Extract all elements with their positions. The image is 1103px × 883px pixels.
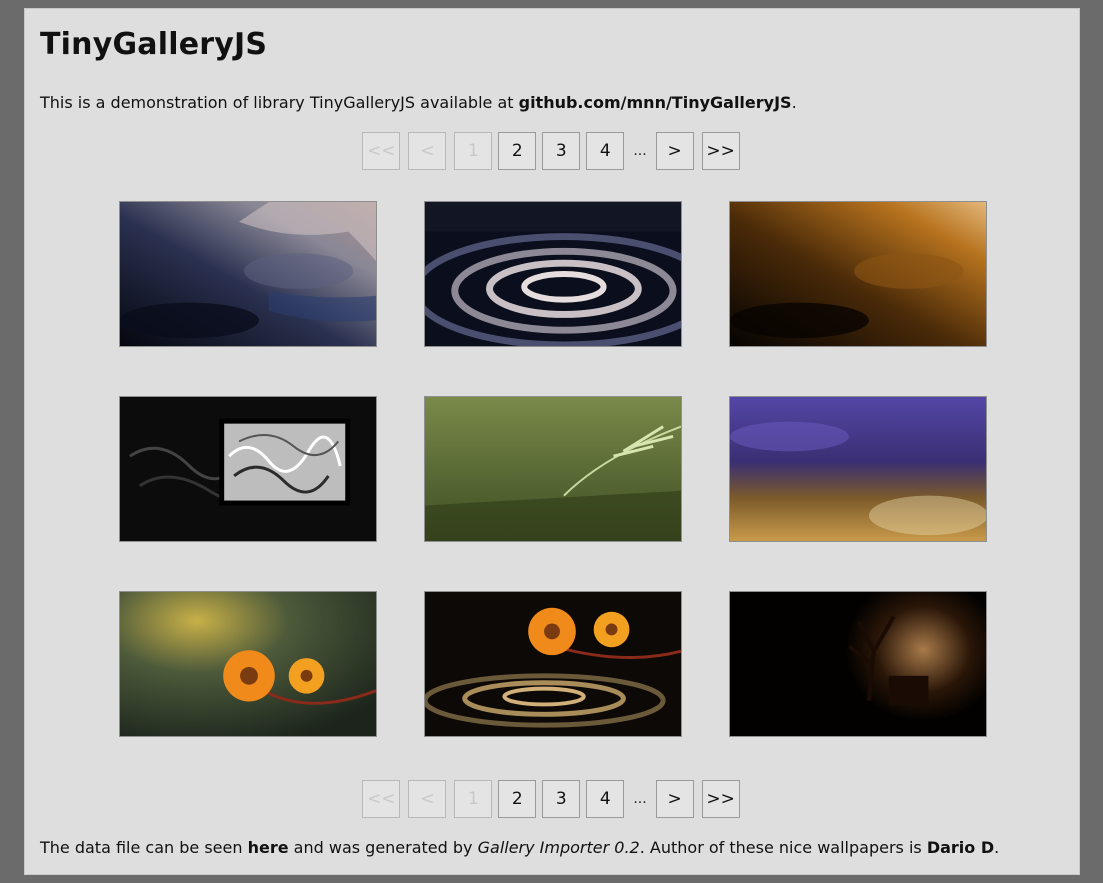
- page-2-button[interactable]: 2: [498, 132, 537, 170]
- thumb-orange-flowers-ripples[interactable]: [424, 591, 682, 737]
- page-title: TinyGalleryJS: [40, 27, 268, 62]
- thumb-orange-flowers-blurred[interactable]: [119, 591, 377, 737]
- author-name: Dario D: [926, 838, 995, 857]
- thumb-purple-golden-water[interactable]: [729, 396, 987, 542]
- footer-text: The data file can be seen here and was g…: [40, 838, 1000, 857]
- page-4-button[interactable]: 4: [586, 132, 625, 170]
- pagination-top: << < 1 2 3 4 ... > >>: [25, 132, 1079, 170]
- next-page-button[interactable]: >: [655, 132, 694, 170]
- intro-text: This is a demonstration of library TinyG…: [40, 93, 797, 112]
- thumb-dark-blue-water[interactable]: [119, 201, 377, 347]
- page-1-button[interactable]: 1: [454, 780, 493, 818]
- first-page-button[interactable]: <<: [362, 780, 401, 818]
- page-3-button[interactable]: 3: [542, 132, 581, 170]
- prev-page-button[interactable]: <: [408, 780, 447, 818]
- thumb-green-grass[interactable]: [424, 396, 682, 542]
- github-link[interactable]: github.com/mnn/TinyGalleryJS: [519, 93, 792, 112]
- page-4-button[interactable]: 4: [586, 780, 625, 818]
- pager-ellipsis: ...: [633, 143, 647, 159]
- importer-name: Gallery Importer 0.2: [477, 838, 640, 857]
- thumb-framed-smoke[interactable]: [119, 396, 377, 542]
- thumb-silver-ripples[interactable]: [424, 201, 682, 347]
- page-1-button[interactable]: 1: [454, 132, 493, 170]
- first-page-button[interactable]: <<: [362, 132, 401, 170]
- data-file-link[interactable]: here: [248, 838, 289, 857]
- prev-page-button[interactable]: <: [408, 132, 447, 170]
- page-container: TinyGalleryJS This is a demonstration of…: [24, 8, 1080, 875]
- thumb-dark-tree[interactable]: [729, 591, 987, 737]
- pager-ellipsis: ...: [633, 791, 647, 807]
- thumb-amber-water[interactable]: [729, 201, 987, 347]
- next-page-button[interactable]: >: [655, 780, 694, 818]
- page-2-button[interactable]: 2: [498, 780, 537, 818]
- last-page-button[interactable]: >>: [701, 780, 740, 818]
- last-page-button[interactable]: >>: [701, 132, 740, 170]
- page-3-button[interactable]: 3: [542, 780, 581, 818]
- pagination-bottom: << < 1 2 3 4 ... > >>: [25, 780, 1079, 818]
